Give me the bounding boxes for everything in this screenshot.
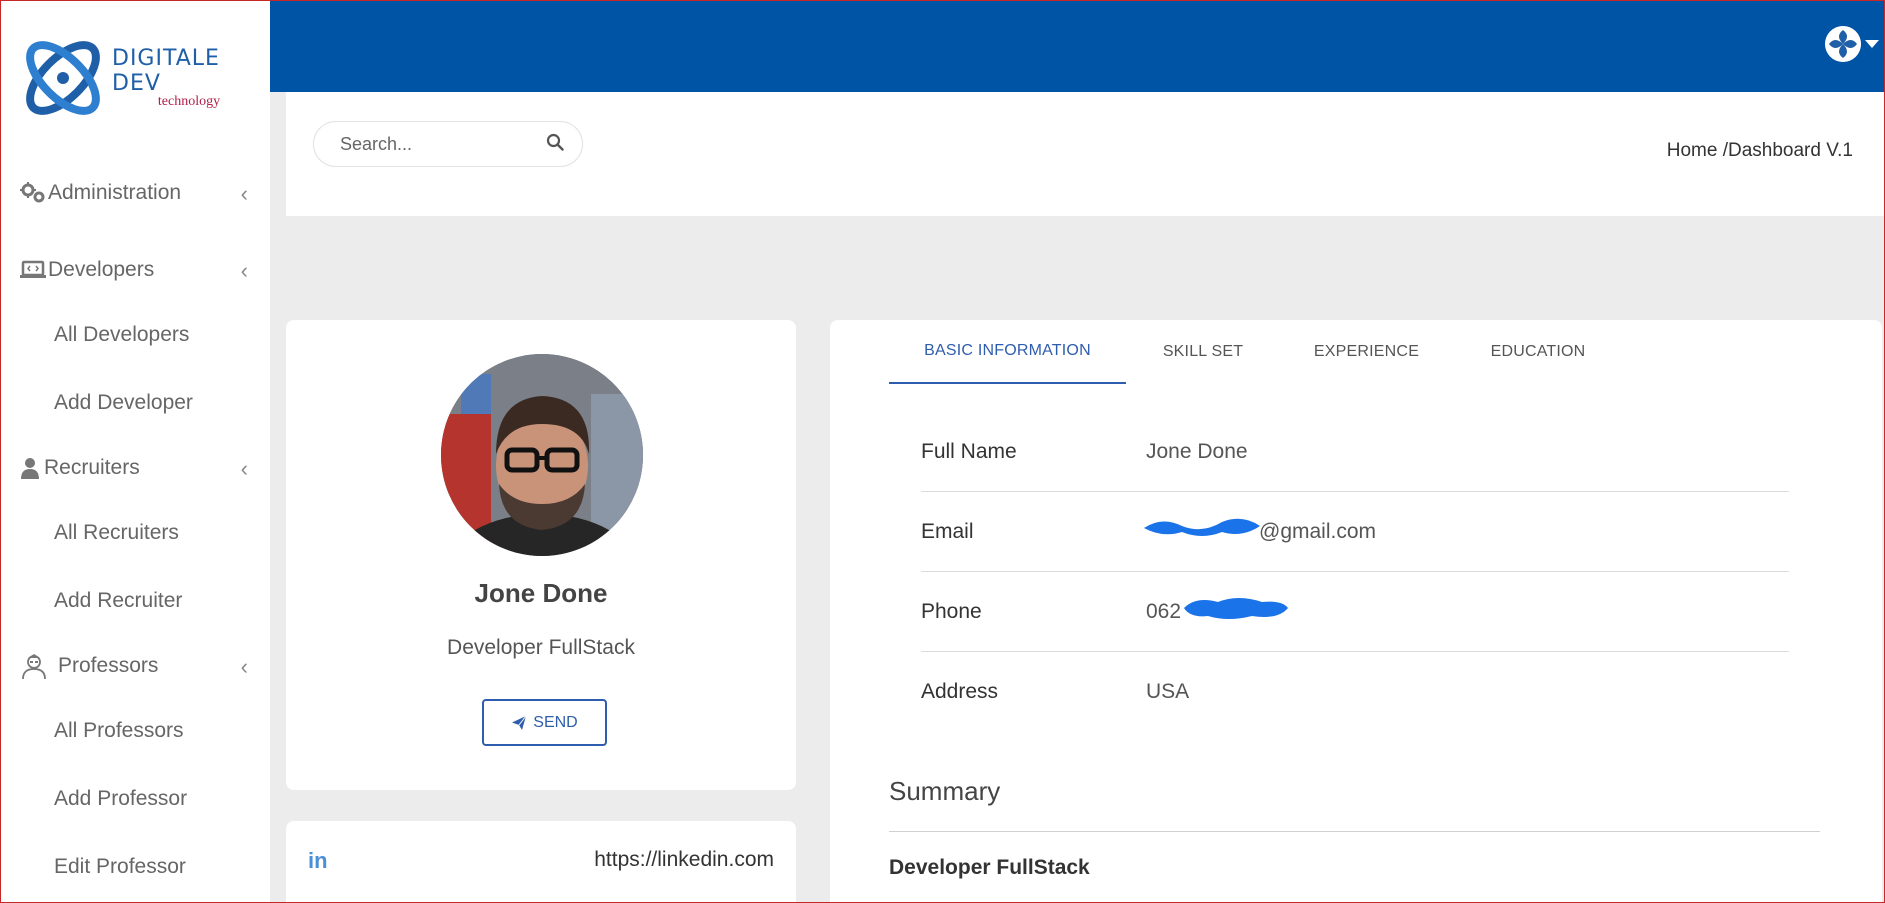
info-value: USA xyxy=(1146,680,1190,703)
sidebar-item-add-professor[interactable]: Add Professor xyxy=(0,765,270,833)
summary-title: Summary xyxy=(889,776,1001,806)
sidebar-section-recruiters[interactable]: Recruiters ‹ xyxy=(0,443,270,493)
caret-down-icon[interactable] xyxy=(1865,40,1879,48)
search-icon[interactable] xyxy=(546,133,564,156)
social-links-card: in https://linkedin.com xyxy=(286,821,796,903)
page-header: Home /Dashboard V.1 xyxy=(286,92,1885,216)
sidebar-item-add-recruiter[interactable]: Add Recruiter xyxy=(0,567,270,635)
atom-logo-icon xyxy=(16,31,110,125)
sidebar-section-administration[interactable]: Administration ‹ xyxy=(0,168,270,218)
chevron-left-icon: ‹ xyxy=(240,456,248,481)
summary-divider xyxy=(889,831,1820,832)
info-value-wrap: 062 xyxy=(1146,597,1288,624)
sidebar-item-add-developer[interactable]: Add Developer xyxy=(0,369,270,437)
brand-subtitle: technology xyxy=(157,93,221,109)
sidebar-section-professors[interactable]: Professors ‹ xyxy=(0,641,270,691)
profile-role: Developer FullStack xyxy=(447,636,635,659)
redaction-scribble xyxy=(1184,597,1288,619)
send-button[interactable]: SEND xyxy=(482,699,607,746)
info-row-full-name: Full Name Jone Done xyxy=(921,412,1789,492)
top-navbar xyxy=(270,0,1885,92)
phone-value: 062 xyxy=(1146,599,1182,623)
details-card: BASIC INFORMATION SKILL SET EXPERIENCE E… xyxy=(830,320,1882,903)
tab-education[interactable]: EDUCATION xyxy=(1453,320,1623,384)
sidebar-nav: Administration ‹ Developers ‹ All Develo… xyxy=(0,168,270,901)
chevron-left-icon: ‹ xyxy=(240,258,248,283)
user-menu[interactable] xyxy=(1825,26,1879,62)
info-value: Jone Done xyxy=(1146,439,1248,463)
sidebar-item-all-developers[interactable]: All Developers xyxy=(0,301,270,369)
gears-icon xyxy=(20,181,48,205)
linkedin-icon[interactable]: in xyxy=(308,848,328,874)
user-tie-icon xyxy=(20,456,44,480)
linkedin-url[interactable]: https://linkedin.com xyxy=(594,848,774,872)
summary-subtitle: Developer FullStack xyxy=(889,856,1090,879)
sidebar-section-label: Professors xyxy=(58,654,159,677)
search-input[interactable] xyxy=(340,133,540,155)
brand-title: DIGITALE DEV xyxy=(112,45,220,96)
basic-info-table: Full Name Jone Done Email @gmail.com Pho… xyxy=(921,412,1789,732)
profile-card: Jone Done Developer FullStack SEND xyxy=(286,320,796,790)
sidebar-section-label: Recruiters xyxy=(44,456,140,479)
sidebar-section-developers[interactable]: Developers ‹ xyxy=(0,245,270,295)
profile-avatar xyxy=(441,354,643,556)
info-label: Full Name xyxy=(921,439,1017,463)
chevron-left-icon: ‹ xyxy=(240,181,248,206)
tab-basic-information[interactable]: BASIC INFORMATION xyxy=(889,320,1126,384)
info-label: Phone xyxy=(921,599,982,623)
info-row-address: Address USA xyxy=(921,652,1789,732)
professor-icon xyxy=(20,654,58,680)
profile-name: Jone Done xyxy=(474,578,608,608)
profile-tabs: BASIC INFORMATION SKILL SET EXPERIENCE E… xyxy=(889,320,1623,384)
paper-plane-icon xyxy=(512,715,527,730)
sidebar: DIGITALE DEV technology Administration ‹… xyxy=(0,0,270,903)
info-row-email: Email @gmail.com xyxy=(921,492,1789,572)
redaction-scribble xyxy=(1144,518,1260,536)
info-label: Email xyxy=(921,519,974,543)
sidebar-section-label: Developers xyxy=(48,258,155,281)
email-value: @gmail.com xyxy=(1259,519,1377,543)
laptop-code-icon xyxy=(20,258,48,282)
info-row-phone: Phone 062 xyxy=(921,572,1789,652)
sidebar-item-all-professors[interactable]: All Professors xyxy=(0,697,270,765)
tab-skill-set[interactable]: SKILL SET xyxy=(1126,320,1280,384)
brand-logo[interactable]: DIGITALE DEV technology xyxy=(16,30,266,125)
breadcrumb[interactable]: Home /Dashboard V.1 xyxy=(1667,140,1853,162)
user-avatar[interactable] xyxy=(1825,26,1861,62)
info-label: Address xyxy=(921,680,999,703)
chevron-left-icon: ‹ xyxy=(240,654,248,679)
sidebar-item-edit-professor[interactable]: Edit Professor xyxy=(0,833,270,901)
sidebar-item-all-recruiters[interactable]: All Recruiters xyxy=(0,499,270,567)
tab-experience[interactable]: EXPERIENCE xyxy=(1280,320,1453,384)
search-box xyxy=(313,121,583,167)
info-value-wrap: @gmail.com xyxy=(1144,518,1377,544)
sidebar-section-label: Administration xyxy=(48,181,182,204)
send-button-label: SEND xyxy=(533,713,578,731)
